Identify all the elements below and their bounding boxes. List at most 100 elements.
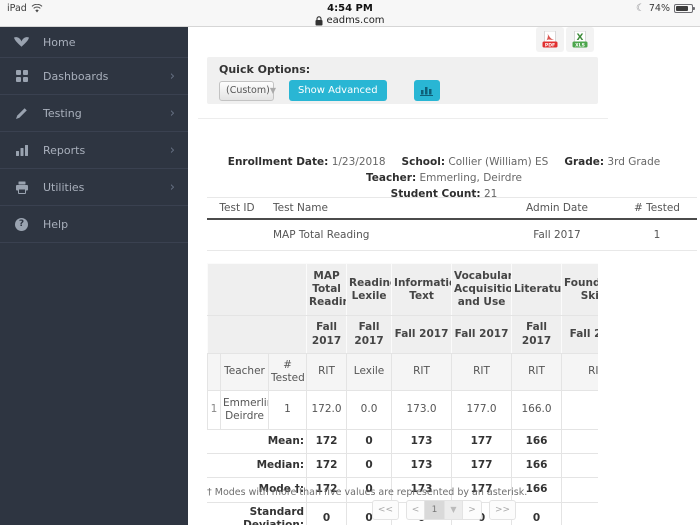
chevron-right-icon: › [169, 179, 175, 195]
term-col-header: Fall 2017 [306, 315, 348, 354]
battery-icon [674, 4, 695, 13]
sidebar-item-label: Dashboards [43, 69, 109, 83]
logo-bird-icon [13, 35, 30, 49]
metric-col-header: RIT [561, 352, 598, 391]
page-dropdown-caret[interactable]: ▼ [445, 501, 463, 519]
grade-label: Grade: [564, 156, 605, 168]
metric-col-header: RIT [391, 352, 453, 391]
quick-options-select[interactable]: (Custom) ▼ [219, 80, 276, 101]
section-divider [198, 118, 608, 119]
row-number-cell: 1 [207, 389, 221, 431]
sidebar-item-utilities[interactable]: Utilities › [0, 169, 188, 206]
summary-value-cell: 166 [511, 453, 563, 479]
test-list-table: Test ID Test Name Admin Date # Tested MA… [207, 197, 697, 251]
grade-value: 3rd Grade [607, 156, 661, 168]
next-page-button[interactable]: > [463, 501, 481, 519]
results-grid: MAP Total Reading Reading Lexile Informa… [207, 263, 598, 525]
term-col-header: Fall 2017 [391, 315, 453, 354]
report-summary: Enrollment Date: 1/23/2018 School: Collie… [188, 154, 700, 202]
last-page-button[interactable]: >> [489, 500, 517, 520]
score-cell: 0.0 [346, 389, 393, 431]
term-col-header: Fall 2017 [511, 315, 563, 354]
test-name-cell: MAP Total Reading [267, 219, 497, 251]
mode-footnote: † Modes with more than five values are r… [207, 487, 528, 498]
chevron-right-icon: › [169, 105, 175, 121]
sidebar: Home Dashboards › Testing › Reports › Ut… [0, 27, 188, 525]
test-row[interactable]: MAP Total Reading Fall 2017 1 [207, 219, 697, 251]
col-header-test-name: Test Name [267, 197, 497, 220]
export-pdf-button[interactable]: PDF [536, 27, 564, 52]
summary-value-cell: 166 [511, 429, 563, 455]
pagination: << < 1 ▼ > >> [188, 500, 700, 520]
col-header-test-id: Test ID [207, 197, 267, 220]
sidebar-item-label: Home [43, 35, 76, 49]
term-col-header: Fall 2017 [346, 315, 393, 354]
num-tested-cell: 1 [617, 219, 697, 251]
summary-value-cell [561, 429, 598, 455]
summary-row-label: Median: [207, 453, 308, 479]
results-header-tests: MAP Total Reading Reading Lexile Informa… [207, 263, 598, 317]
results-header-metrics: Teacher # Tested RIT Lexile RIT RIT RIT … [207, 352, 598, 391]
pencil-icon [13, 106, 30, 120]
url-host: eadms.com [326, 15, 385, 26]
num-tested-cell: 1 [267, 389, 308, 431]
chart-icon [420, 87, 434, 96]
results-grid-scroll-area[interactable]: MAP Total Reading Reading Lexile Informa… [207, 263, 598, 525]
test-col-header: Literature [511, 263, 563, 317]
sidebar-item-help[interactable]: ? Help [0, 206, 188, 243]
summary-value-cell: 177 [451, 429, 513, 455]
metric-col-header: RIT [451, 352, 513, 391]
quick-options-panel: Quick Options: (Custom) ▼ Show Advanced [207, 57, 598, 104]
summary-value-cell: 173 [391, 453, 453, 479]
first-page-button[interactable]: << [371, 500, 399, 520]
score-cell: 172.0 [306, 389, 348, 431]
test-col-header: Foundational Skills [561, 263, 598, 317]
summary-value-cell: 173 [391, 429, 453, 455]
test-col-header: Reading Lexile [346, 263, 393, 317]
clock: 4:54 PM [327, 3, 373, 14]
chevron-down-icon: ▼ [269, 86, 276, 95]
teacher-result-row[interactable]: 1 Emmerling, Deirdre 1 172.0 0.0 173.0 1… [207, 389, 598, 431]
sidebar-item-label: Utilities [43, 180, 85, 194]
chart-view-button[interactable] [413, 80, 440, 101]
metric-col-header: Lexile [346, 352, 393, 391]
sidebar-item-dashboards[interactable]: Dashboards › [0, 58, 188, 95]
test-col-header: MAP Total Reading [306, 263, 348, 317]
test-col-header: Informational Text [391, 263, 453, 317]
current-page-indicator[interactable]: 1 [425, 501, 445, 519]
summary-value-cell [561, 477, 598, 503]
term-col-header: Fall 2017 [451, 315, 513, 354]
term-col-header: Fall 2017 [561, 315, 598, 354]
export-buttons: PDF X XLS [536, 27, 594, 52]
show-advanced-button[interactable]: Show Advanced [289, 80, 387, 101]
status-bar: iPad 4:54 PM ☾ 74% eadms.com [0, 0, 700, 27]
sidebar-item-reports[interactable]: Reports › [0, 132, 188, 169]
school-value: Collier (William) ES [448, 156, 549, 168]
main-content: PDF X XLS Quick Options: (Custom) ▼ Show [188, 27, 700, 525]
results-header-terms: Fall 2017 Fall 2017 Fall 2017 Fall 2017 … [207, 315, 598, 354]
lock-icon [315, 15, 323, 25]
summary-value-cell: 172 [306, 453, 348, 479]
excel-icon: X XLS [572, 30, 588, 48]
score-cell: 166.0 [511, 389, 563, 431]
summary-value-cell: 0 [346, 453, 393, 479]
question-icon: ? [13, 217, 30, 231]
enrollment-date-value: 1/23/2018 [331, 156, 386, 168]
summary-value-cell: 177 [451, 453, 513, 479]
summary-row-label: Mean: [207, 429, 308, 455]
school-label: School: [401, 156, 446, 168]
export-excel-button[interactable]: X XLS [566, 27, 594, 52]
sidebar-item-home[interactable]: Home [0, 27, 188, 58]
sidebar-item-label: Testing [43, 106, 82, 120]
svg-text:XLS: XLS [575, 42, 585, 48]
test-col-header: Vocabulary Acquisition and Use [451, 263, 513, 317]
pdf-icon: PDF [542, 30, 558, 48]
quick-options-selected-value: (Custom) [226, 85, 270, 96]
sidebar-item-testing[interactable]: Testing › [0, 95, 188, 132]
sidebar-item-label: Help [43, 217, 69, 231]
mean-row: Mean: 172 0 173 177 166 [207, 429, 598, 455]
admin-date-cell: Fall 2017 [497, 219, 617, 251]
prev-page-button[interactable]: < [407, 501, 425, 519]
col-header-num-tested: # Tested [617, 197, 697, 220]
metric-col-header: RIT [306, 352, 348, 391]
